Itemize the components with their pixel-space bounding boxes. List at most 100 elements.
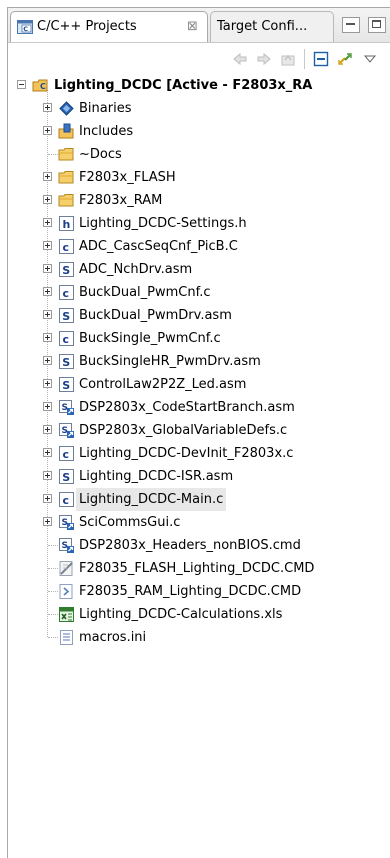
tree-item-label: BuckSingleHR_PwmDrv.asm <box>79 354 261 369</box>
asm-file-icon: S <box>59 262 74 277</box>
folder-icon <box>58 171 74 184</box>
tree-item-label: BuckDual_PwmCnf.c <box>79 285 211 300</box>
tree-item-f2803x-flash[interactable]: F2803x_FLASH <box>8 166 390 189</box>
expand-toggle-icon[interactable] <box>43 126 52 135</box>
tree-item-bucksinglehr-pwmdrv-asm[interactable]: S BuckSingleHR_PwmDrv.asm <box>8 350 390 373</box>
tree-item-lighting-dcdc-isr-asm[interactable]: S Lighting_DCDC-ISR.asm <box>8 465 390 488</box>
view-menu-icon[interactable] <box>362 51 378 67</box>
expand-toggle-icon[interactable] <box>43 333 52 342</box>
expand-toggle-icon[interactable] <box>43 448 52 457</box>
tree-item-dsp2803x-codestartbranch-asm[interactable]: S DSP2803x_CodeStartBranch.asm <box>8 396 390 419</box>
view-toolbar <box>8 43 390 73</box>
tree-item-lighting-dcdc-main-c[interactable]: c Lighting_DCDC-Main.c <box>8 488 390 511</box>
expand-toggle-icon[interactable] <box>43 517 52 526</box>
tree-item-f28035-flash-lighting-dcdc-cmd[interactable]: F28035_FLASH_Lighting_DCDC.CMD <box>8 557 390 580</box>
expand-toggle-icon[interactable] <box>43 425 52 434</box>
tree-item-buckdual-pwmdrv-asm[interactable]: S BuckDual_PwmDrv.asm <box>8 304 390 327</box>
project-name: Lighting_DCDC <box>54 78 162 93</box>
cpp-projects-icon: C <box>17 20 33 34</box>
tree-item-label: ControlLaw2P2Z_Led.asm <box>79 377 247 392</box>
tree-item-bucksingle-pwmcnf-c[interactable]: c BuckSingle_PwmCnf.c <box>8 327 390 350</box>
expand-toggle-icon[interactable] <box>43 172 52 181</box>
tree-item-label: Includes <box>79 124 134 139</box>
cmd-excluded-icon <box>59 561 73 576</box>
collapse-toggle-icon[interactable] <box>17 80 26 89</box>
tree-item-label: F28035_FLASH_Lighting_DCDC.CMD <box>79 561 315 576</box>
svg-text:c: c <box>63 448 70 461</box>
tree-item-label: ADC_NchDrv.asm <box>79 262 193 277</box>
tree-item-label: DSP2803x_GlobalVariableDefs.c <box>79 423 288 438</box>
tree-item-docs[interactable]: ~Docs <box>8 143 390 166</box>
expand-toggle-icon[interactable] <box>43 402 52 411</box>
xls-file-icon <box>59 607 74 622</box>
c-file-icon: c <box>59 492 74 507</box>
linked-file-icon: S <box>59 423 74 438</box>
expand-toggle-icon[interactable] <box>43 195 52 204</box>
tree-item-f2803x-ram[interactable]: F2803x_RAM <box>8 189 390 212</box>
expand-toggle-icon[interactable] <box>43 356 52 365</box>
expand-toggle-icon[interactable] <box>43 218 52 227</box>
expand-toggle-icon[interactable] <box>43 264 52 273</box>
tree-connector <box>48 545 58 546</box>
tree-connector <box>48 568 58 569</box>
tree-item-dsp2803x-globalvariabledefs-c[interactable]: S DSP2803x_GlobalVariableDefs.c <box>8 419 390 442</box>
minimize-icon[interactable] <box>342 17 360 33</box>
tree-item-controllaw2p2z-led-asm[interactable]: S ControlLaw2P2Z_Led.asm <box>8 373 390 396</box>
tab-cpp-projects[interactable]: C C/C++ Projects ⊠ <box>10 11 208 42</box>
close-icon[interactable]: ⊠ <box>187 12 198 42</box>
tree-item-includes[interactable]: Includes <box>8 120 390 143</box>
svg-text:S: S <box>62 310 70 323</box>
tree-item-f28035-ram-lighting-dcdc-cmd[interactable]: F28035_RAM_Lighting_DCDC.CMD <box>8 580 390 603</box>
svg-text:S: S <box>62 356 70 369</box>
tree-item-lighting-dcdc-devinit-f2803x-c[interactable]: c Lighting_DCDC-DevInit_F2803x.c <box>8 442 390 465</box>
forward-arrow-icon[interactable] <box>256 51 272 67</box>
tree-item-label: DSP2803x_CodeStartBranch.asm <box>79 400 295 415</box>
tree-item-scicommsgui-c[interactable]: S SciCommsGui.c <box>8 511 390 534</box>
asm-file-icon: S <box>59 469 74 484</box>
tree-item-adc-cascseqcnf-picb-c[interactable]: c ADC_CascSeqCnf_PicB.C <box>8 235 390 258</box>
expand-toggle-icon[interactable] <box>43 287 52 296</box>
folder-icon <box>58 148 74 161</box>
back-arrow-icon[interactable] <box>232 51 248 67</box>
tree-item-label: macros.ini <box>79 630 147 645</box>
tree-connector <box>48 614 58 615</box>
link-with-editor-icon[interactable] <box>337 51 353 67</box>
tree-item-label: Lighting_DCDC-Main.c <box>76 488 227 511</box>
svg-text:C: C <box>23 25 28 33</box>
includes-icon <box>58 123 74 139</box>
up-folder-icon[interactable] <box>280 51 296 67</box>
linked-file-icon: S <box>59 515 74 530</box>
folder-icon <box>58 194 74 207</box>
expand-toggle-icon[interactable] <box>43 471 52 480</box>
tree-item-label: Lighting_DCDC-Calculations.xls <box>79 607 283 622</box>
tree-item-lighting-dcdc-settings-h[interactable]: h Lighting_DCDC-Settings.h <box>8 212 390 235</box>
tree-item-dsp2803x-headers-nonbios-cmd[interactable]: S DSP2803x_Headers_nonBIOS.cmd <box>8 534 390 557</box>
expand-toggle-icon[interactable] <box>43 494 52 503</box>
tab-target-configurations[interactable]: Target Confi... <box>210 11 334 42</box>
tree-connector <box>48 591 58 592</box>
maximize-icon[interactable] <box>368 17 386 33</box>
tree-item-macros-ini[interactable]: macros.ini <box>8 626 390 649</box>
svg-text:C: C <box>40 82 46 91</box>
tree-item-binaries[interactable]: Binaries <box>8 97 390 120</box>
tree-item-buckdual-pwmcnf-c[interactable]: c BuckDual_PwmCnf.c <box>8 281 390 304</box>
expand-toggle-icon[interactable] <box>43 379 52 388</box>
expand-toggle-icon[interactable] <box>43 241 52 250</box>
text-file-icon <box>60 630 73 645</box>
tree-item-lighting-dcdc-calculations-xls[interactable]: Lighting_DCDC-Calculations.xls <box>8 603 390 626</box>
c-file-icon: c <box>59 285 74 300</box>
tree-item-label: F2803x_RAM <box>79 193 163 208</box>
c-file-icon: c <box>59 331 74 346</box>
collapse-all-icon[interactable] <box>313 51 329 67</box>
linked-file-icon: S <box>59 400 74 415</box>
tree-item-label: Lighting_DCDC-ISR.asm <box>79 469 234 484</box>
expand-toggle-icon[interactable] <box>43 103 52 112</box>
tree-row-project[interactable]: C Lighting_DCDC [Active - F2803x_RA <box>8 74 390 97</box>
linked-file-icon: S <box>59 538 74 553</box>
c-file-icon: c <box>59 239 74 254</box>
tree-item-label: ADC_CascSeqCnf_PicB.C <box>79 239 238 254</box>
tree-item-adc-nchdrv-asm[interactable]: S ADC_NchDrv.asm <box>8 258 390 281</box>
tree-item-label: Lighting_DCDC-Settings.h <box>79 216 247 231</box>
tree-item-label: Lighting_DCDC-DevInit_F2803x.c <box>79 446 294 461</box>
expand-toggle-icon[interactable] <box>43 310 52 319</box>
